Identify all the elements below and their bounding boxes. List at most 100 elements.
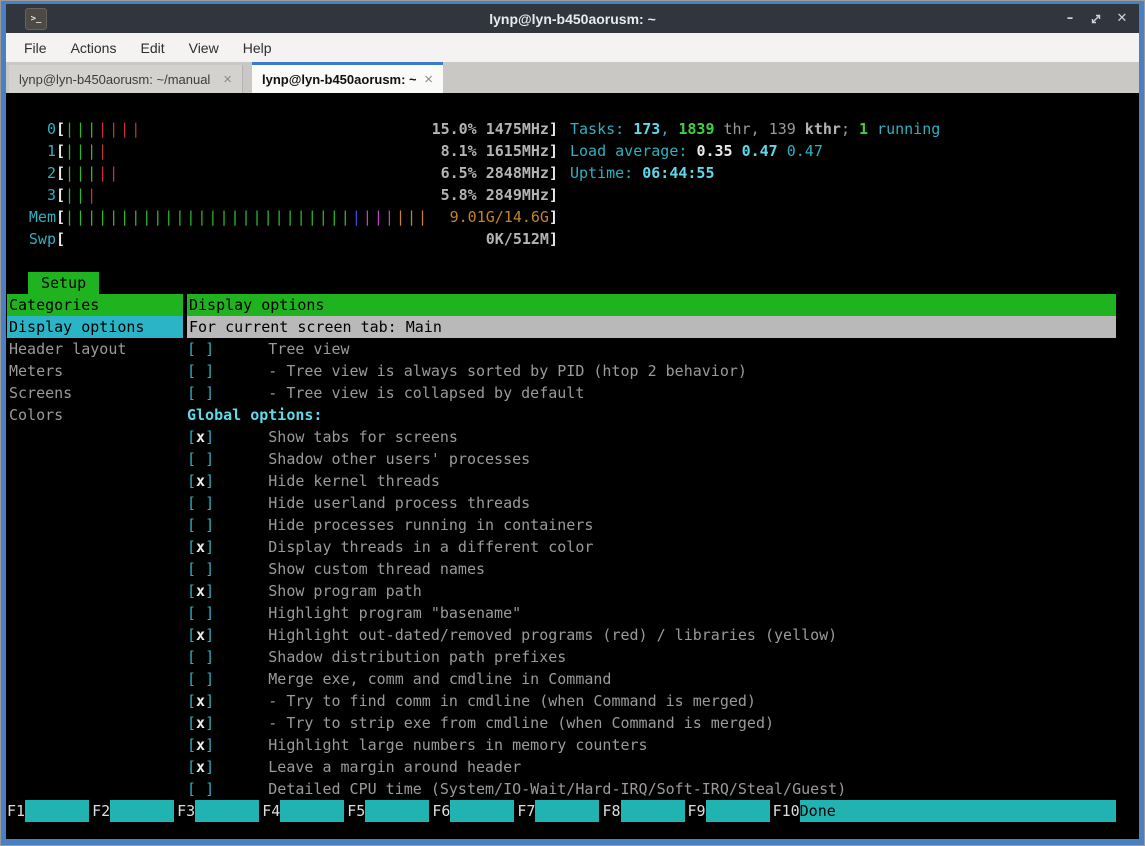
option-row[interactable]: [x] Highlight large numbers in memory co… [187,734,1116,756]
category-colors[interactable]: Colors [7,404,183,426]
fnkey-action [621,800,685,822]
tab-title: lynp@lyn-b450aorusm: ~ [262,72,416,87]
menu-item-actions[interactable]: Actions [67,37,121,59]
meter-label: 1 [7,140,56,162]
options-list: [ ] Tree view[ ] - Tree view is always s… [187,338,1116,800]
terminal-tab-active[interactable]: lynp@lyn-b450aorusm: ~× [252,62,443,93]
menu-item-view[interactable]: View [185,37,223,59]
window-title: lynp@lyn-b450aorusm: ~ [6,11,1139,27]
checkbox: [ ] [187,384,214,402]
section-header: Global options: [187,404,1116,426]
option-row[interactable]: [x] Leave a margin around header [187,756,1116,778]
option-label: Hide processes running in containers [214,516,593,534]
checkbox: [x] [187,714,214,732]
fnkey-label: F7 [517,800,535,822]
minimize-button[interactable]: – [1062,11,1078,27]
function-key-bar: F1F2F3F4 F5F6F7 F8F9 F10Done [7,800,1116,822]
menu-item-edit[interactable]: Edit [136,37,168,59]
checkbox: [ ] [187,340,214,358]
option-row[interactable]: [ ] - Tree view is always sorted by PID … [187,360,1116,382]
option-row[interactable]: [x] Show program path [187,580,1116,602]
meter-label: 0 [7,118,56,140]
category-screens[interactable]: Screens [7,382,183,404]
terminal-screen[interactable]: 0[|||||||15.0% 1475MHz]1[||||8.1% 1615MH… [6,93,1139,839]
option-row[interactable]: [ ] - Tree view is collapsed by default [187,382,1116,404]
menu-item-help[interactable]: Help [239,37,276,59]
fnkey-action [706,800,770,822]
category-header-layout[interactable]: Header layout [7,338,183,360]
option-row[interactable]: [ ] Highlight program "basename" [187,602,1116,624]
option-row[interactable]: [ ] Detailed CPU time (System/IO-Wait/Ha… [187,778,1116,800]
uptime-line: Uptime: 06:44:55 [570,162,940,184]
checkbox: [x] [187,472,214,490]
fnkey-F6[interactable]: F6 [432,800,514,822]
fnkey-F7[interactable]: F7 [517,800,599,822]
fnkey-action [25,800,89,822]
swp-meter: Swp[0K/512M] [7,228,558,250]
option-label: - Tree view is always sorted by PID (hto… [214,362,747,380]
meter-label: Mem [7,206,56,228]
option-label: Leave a margin around header [214,758,521,776]
fnkey-F3[interactable]: F3 [177,800,259,822]
fnkey-label: F10 [773,800,800,822]
fnkey-F5[interactable]: F5 [347,800,429,822]
close-button[interactable]: ✕ [1114,11,1130,27]
fnkey-F2[interactable]: F2 [92,800,174,822]
fnkey-F1[interactable]: F1 [7,800,89,822]
checkbox: [ ] [187,362,214,380]
fnkey-F10[interactable]: F10Done [773,800,1116,822]
option-row[interactable]: [x] Display threads in a different color [187,536,1116,558]
mem-meter: Mem[|||||||||||||||||||||||||||||||||9.0… [7,206,558,228]
option-label: Hide userland process threads [214,494,530,512]
option-label: - Tree view is collapsed by default [214,384,584,402]
fnkey-label: F9 [688,800,706,822]
tab-close-icon[interactable]: × [416,71,433,88]
option-row[interactable]: [ ] Hide processes running in containers [187,514,1116,536]
htop-setup-screen: Setup Categories Display optionsHeader l… [7,272,1139,800]
terminal-tab-inactive[interactable]: lynp@lyn-b450aorusm: ~/manual× [9,65,243,93]
meter-bars: ||||| [65,162,441,184]
meter-value: 9.01G/14.6G [450,206,549,228]
1-meter: 1[||||8.1% 1615MHz] [7,140,558,162]
maximize-button[interactable] [1088,11,1104,27]
resize-icon [1090,13,1102,25]
option-label: Merge exe, comm and cmdline in Command [214,670,611,688]
meter-value: 8.1% 1615MHz [441,140,549,162]
htop-header: 0[|||||||15.0% 1475MHz]1[||||8.1% 1615MH… [7,118,940,250]
checkbox: [ ] [187,450,214,468]
fnkey-label: F4 [262,800,280,822]
checkbox: [x] [187,428,214,446]
option-row[interactable]: [x] Show tabs for screens [187,426,1116,448]
option-row[interactable]: [x] Highlight out-dated/removed programs… [187,624,1116,646]
meter-label: 2 [7,162,56,184]
option-row[interactable]: [ ] Show custom thread names [187,558,1116,580]
options-panel-header: Display options [187,294,1116,316]
meter-value: 0K/512M [486,228,549,250]
option-label: Display threads in a different color [214,538,593,556]
meter-value: 15.0% 1475MHz [432,118,549,140]
category-meters[interactable]: Meters [7,360,183,382]
fnkey-action [535,800,599,822]
checkbox: [x] [187,626,214,644]
option-row[interactable]: [ ] Hide userland process threads [187,492,1116,514]
option-row[interactable]: [x] Hide kernel threads [187,470,1116,492]
option-row[interactable]: [x] - Try to strip exe from cmdline (whe… [187,712,1116,734]
option-row[interactable]: [ ] Shadow distribution path prefixes [187,646,1116,668]
menu-item-file[interactable]: File [20,37,51,59]
option-row[interactable]: [ ] Shadow other users' processes [187,448,1116,470]
options-panel: Display options For current screen tab: … [187,294,1116,800]
htop-meters: 0[|||||||15.0% 1475MHz]1[||||8.1% 1615MH… [7,118,558,250]
fnkey-F9[interactable]: F9 [688,800,770,822]
fnkey-F8[interactable]: F8 [602,800,684,822]
meter-value: 6.5% 2848MHz [441,162,549,184]
fnkey-F4[interactable]: F4 [262,800,344,822]
application-window: >_ lynp@lyn-b450aorusm: ~ – ✕ FileAction… [0,0,1145,846]
tab-close-icon[interactable]: × [215,71,232,88]
option-row[interactable]: [ ] Tree view [187,338,1116,360]
meter-label: 3 [7,184,56,206]
option-row[interactable]: [x] - Try to find comm in cmdline (when … [187,690,1116,712]
option-row[interactable]: [ ] Merge exe, comm and cmdline in Comma… [187,668,1116,690]
category-display-options[interactable]: Display options [7,316,183,338]
checkbox: [x] [187,538,214,556]
option-label: Tree view [214,340,349,358]
